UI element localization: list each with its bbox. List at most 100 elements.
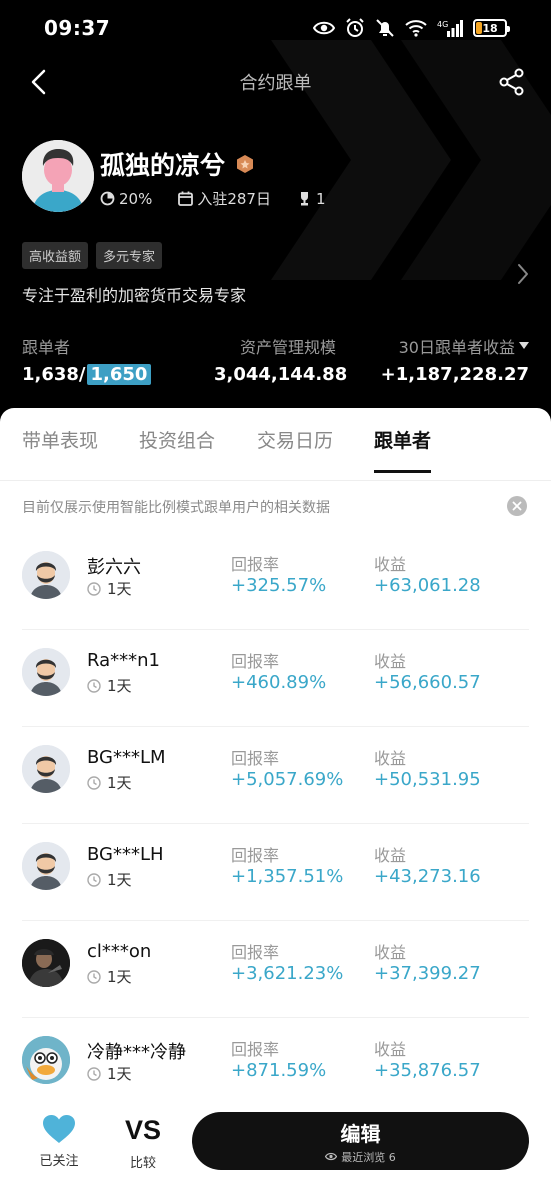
trader-bio: 专注于盈利的加密货币交易专家 [22,286,247,305]
bearded-man-avatar-icon [22,745,70,793]
duck-avatar-icon [22,1036,70,1084]
status-bar: 09:37 4G 18 [0,0,551,56]
nav-bar: 合约跟单 [0,56,551,108]
notice-close-button[interactable] [507,496,527,516]
profile-stats: 20% 入驻287日 1 [100,188,326,209]
follower-name: BG***LM [87,747,166,768]
followers-label: 跟单者 [22,338,71,357]
duration-value: 1天 [107,871,132,889]
aum-label: 资产管理规模 [239,338,336,357]
tab-calendar[interactable]: 交易日历 [257,426,333,453]
list-item[interactable]: 彭六六 1天 回报率 +325.57% 收益 +63,061.28 [22,533,529,630]
follow-duration: 1天 [87,966,132,987]
roi-label: 回报率 [231,846,280,865]
calendar-icon [178,191,194,206]
settled-days-value: 入驻287日 [197,190,271,208]
follower-name: 冷静***冷静 [87,1042,186,1063]
trader-metrics: 跟单者 1,638/1,650 资产管理规模 3,044,144.88 30日跟… [22,334,529,390]
tab-portfolio[interactable]: 投资组合 [139,426,215,453]
pnl-label: 收益 [374,749,407,768]
eye-icon [313,21,335,35]
follower-avatar [22,648,70,696]
followers-count: 1,638/ [22,364,86,385]
follow-button[interactable]: 已关注 [36,1114,82,1170]
bearded-man-avatar-icon [22,551,70,599]
avatar-illustration [22,140,94,212]
aum-value: 3,044,144.88 [214,364,348,385]
heart-icon [43,1115,75,1143]
pnl-label-row[interactable]: 30日跟单者收益 [381,334,529,358]
battery-icon: 18 [473,19,510,37]
pnl-value: +43,273.16 [374,866,481,887]
list-item[interactable]: 冷静***冷静 1天 回报率 +871.59% 收益 +35,876.57 [22,1018,529,1115]
status-time: 09:37 [44,16,111,40]
roi-label: 回报率 [231,555,280,574]
edit-button[interactable]: 编辑 最近浏览 6 [192,1112,529,1170]
tag-high-profit: 高收益额 [22,242,89,269]
tab-followers-label: 跟单者 [374,430,432,452]
list-item[interactable]: cl***on 1天 回报率 +3,621.23% 收益 +37,399.27 [22,921,529,1018]
follow-duration: 1天 [87,869,132,890]
wifi-icon [405,20,427,37]
mute-bell-icon [376,19,394,37]
back-button[interactable] [24,66,52,98]
notice-text: 目前仅展示使用智能比例模式跟单用户的相关数据 [22,500,330,516]
roi-label: 回报率 [231,943,280,962]
aum-metric: 资产管理规模 3,044,144.88 [214,334,348,385]
follower-avatar [22,745,70,793]
pnl-value: +63,061.28 [374,575,481,596]
bearded-man-avatar-icon [22,842,70,890]
chevron-left-icon [31,69,46,95]
pnl-value: +37,399.27 [374,963,481,984]
pnl-value: +56,660.57 [374,672,481,693]
compare-button[interactable]: VS 比较 [120,1114,166,1171]
settled-days-stat: 入驻287日 [178,188,271,209]
roi-label: 回报率 [231,652,280,671]
pnl-label: 收益 [374,846,407,865]
roi-label: 回报率 [231,749,280,768]
win-ratio-value: 20% [119,189,153,208]
follow-duration: 1天 [87,675,132,696]
clock-icon [87,969,101,984]
tab-divider [0,480,551,481]
clock-icon [87,581,101,596]
rank-value: 1 [315,189,326,208]
share-button[interactable] [497,66,527,98]
roi-value: +325.57% [231,575,327,596]
battery-level: 18 [482,21,498,35]
bottom-action-bar: 已关注 VS 比较 编辑 最近浏览 6 [0,1106,551,1200]
svg-text:4G: 4G [437,20,448,29]
followers-value-row: 1,638/1,650 [22,364,152,385]
duration-value: 1天 [107,968,132,986]
followers-cap: 1,650 [86,364,152,385]
trader-avatar[interactable] [22,140,94,212]
follow-label: 已关注 [39,1154,79,1169]
eye-icon [325,1152,338,1161]
roi-label: 回报率 [231,1040,280,1059]
tab-followers[interactable]: 跟单者 [374,426,432,473]
tab-performance[interactable]: 带单表现 [22,426,98,453]
profile-detail-button[interactable] [513,262,533,286]
list-item[interactable]: BG***LH 1天 回报率 +1,357.51% 收益 +43,273.16 [22,824,529,921]
rank-stat: 1 [297,190,326,208]
follower-name: Ra***n1 [87,650,161,671]
trader-name: 孤独的凉兮 [100,151,226,180]
clock-icon [87,678,101,693]
pnl-metric[interactable]: 30日跟单者收益 +1,187,228.27 [381,334,529,385]
close-icon [512,501,522,511]
duration-value: 1天 [107,774,132,792]
recent-views-text: 最近浏览 6 [341,1150,396,1164]
edit-label: 编辑 [340,1121,381,1146]
pnl-value: +50,531.95 [374,769,481,790]
follower-name: cl***on [87,941,152,962]
followers-metric: 跟单者 1,638/1,650 [22,334,152,385]
clock-icon [87,872,101,887]
list-item[interactable]: BG***LM 1天 回报率 +5,057.69% 收益 +50,531.95 [22,727,529,824]
active-tab-indicator [374,470,432,473]
pnl-label: 收益 [374,652,407,671]
status-icons: 4G 18 [313,18,510,38]
follower-name: BG***LH [87,844,164,865]
share-icon [499,68,524,96]
bearded-man-avatar-icon [22,648,70,696]
list-item[interactable]: Ra***n1 1天 回报率 +460.89% 收益 +56,660.57 [22,630,529,727]
